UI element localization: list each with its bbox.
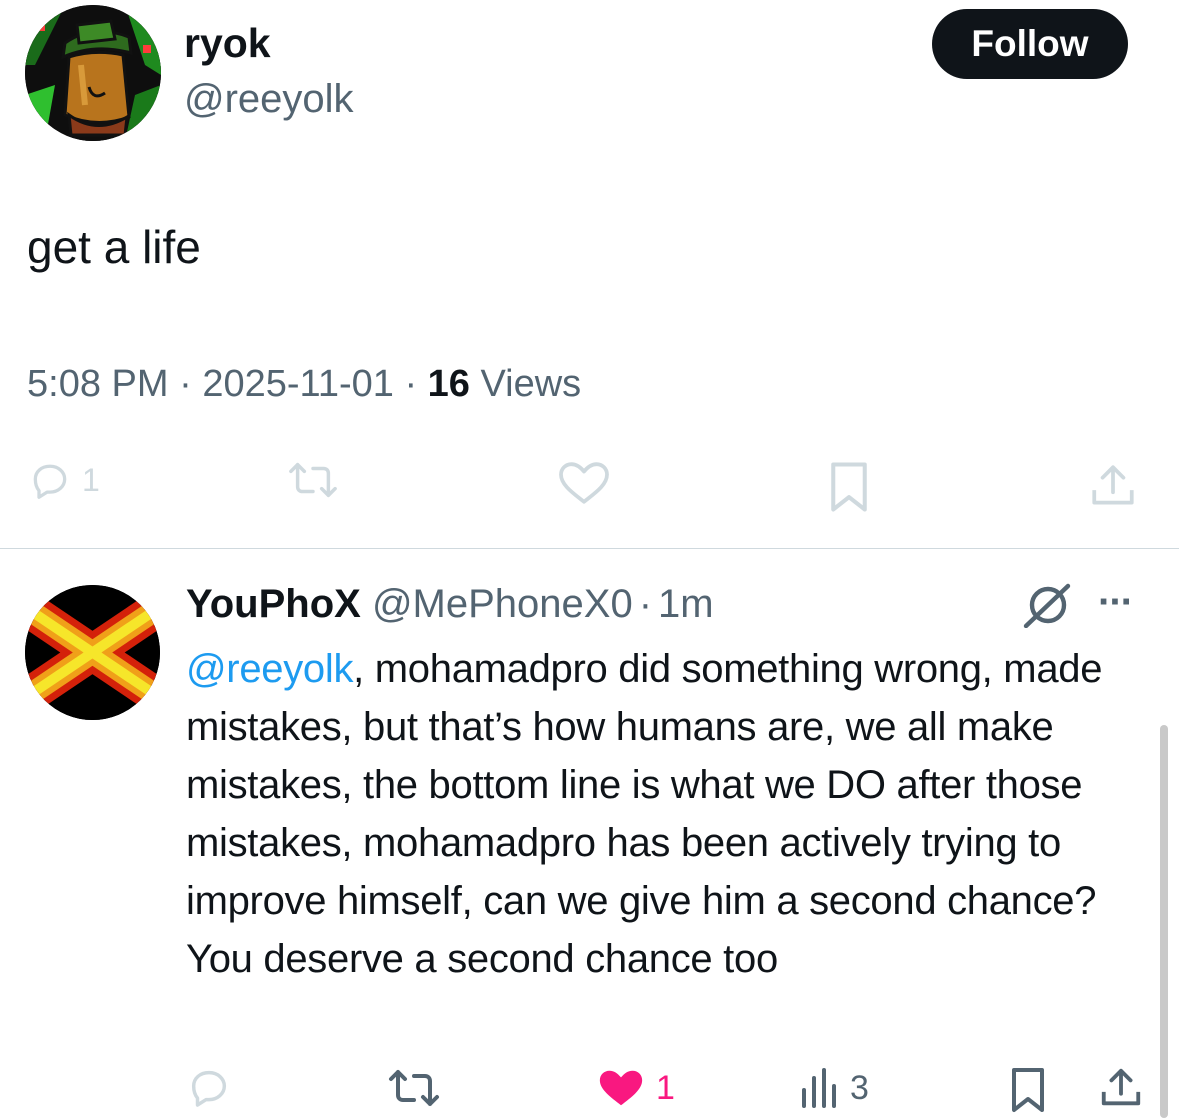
divider xyxy=(0,548,1179,549)
tweet-reply-button[interactable]: 1 xyxy=(28,458,100,502)
reply-author-handle[interactable]: @MePhoneX0 xyxy=(372,582,633,626)
reply-separator: · xyxy=(638,582,653,626)
tweet-date[interactable]: 2025-11-01 xyxy=(202,363,394,405)
tweet-text: get a life xyxy=(27,221,201,273)
meta-separator: · xyxy=(179,363,192,405)
grok-icon[interactable] xyxy=(1022,582,1074,633)
bookmark-icon xyxy=(831,462,867,512)
analytics-icon xyxy=(802,1068,836,1108)
share-icon xyxy=(1092,465,1134,505)
reply-reply-button[interactable] xyxy=(186,1064,232,1110)
tweet-views-label[interactable]: Views xyxy=(481,363,582,405)
reply-bookmark-button[interactable] xyxy=(1008,1066,1048,1114)
repost-icon xyxy=(389,1070,439,1106)
more-options-icon[interactable]: ··· xyxy=(1098,582,1134,622)
tweet-repost-button[interactable] xyxy=(288,458,338,502)
reply-time[interactable]: 1m xyxy=(658,582,714,626)
reply-like-count: 1 xyxy=(656,1068,675,1107)
tweet-reply-count: 1 xyxy=(82,461,100,498)
reply-repost-button[interactable] xyxy=(388,1066,440,1110)
meta-separator: · xyxy=(404,363,418,405)
reply-mention-link[interactable]: @reeyolk xyxy=(186,647,353,691)
youphox-avatar-image xyxy=(25,585,160,720)
tweet-meta: 5:08 PM · 2025-11-01 · 16 Views xyxy=(27,358,581,410)
avatar-youphox[interactable] xyxy=(25,585,160,720)
tweet-like-button[interactable] xyxy=(556,460,612,506)
reply-icon xyxy=(191,1070,227,1107)
reply-icon xyxy=(33,464,67,499)
reply-text: @reeyolk, mohamadpro did something wrong… xyxy=(186,640,1156,988)
scrollbar[interactable] xyxy=(1160,725,1168,1118)
avatar-ryok[interactable] xyxy=(25,5,161,141)
reply-views-count: 3 xyxy=(850,1068,869,1107)
tweet-share-button[interactable] xyxy=(1088,460,1138,512)
tweet-views-count[interactable]: 16 xyxy=(428,363,470,405)
reply-header: YouPhoX @MePhoneX0 · 1m xyxy=(186,578,714,630)
tweet-author-name[interactable]: ryok xyxy=(184,18,271,68)
heart-filled-icon xyxy=(599,1070,643,1106)
reply-like-button[interactable]: 1 xyxy=(596,1066,675,1110)
heart-icon xyxy=(559,462,609,504)
ryok-avatar-image xyxy=(25,5,161,141)
follow-button[interactable]: Follow xyxy=(932,9,1128,79)
reply-body: , mohamadpro did something wrong, made m… xyxy=(186,647,1103,981)
tweet-author-handle[interactable]: @reeyolk xyxy=(184,74,354,124)
reply-share-button[interactable] xyxy=(1098,1064,1144,1112)
tweet-time[interactable]: 5:08 PM xyxy=(27,363,169,405)
reply-author-name[interactable]: YouPhoX xyxy=(186,582,361,626)
bookmark-icon xyxy=(1012,1068,1044,1112)
reply-views-button[interactable]: 3 xyxy=(800,1066,869,1110)
repost-icon xyxy=(289,462,337,498)
share-icon xyxy=(1101,1068,1141,1106)
tweet-bookmark-button[interactable] xyxy=(826,460,872,514)
